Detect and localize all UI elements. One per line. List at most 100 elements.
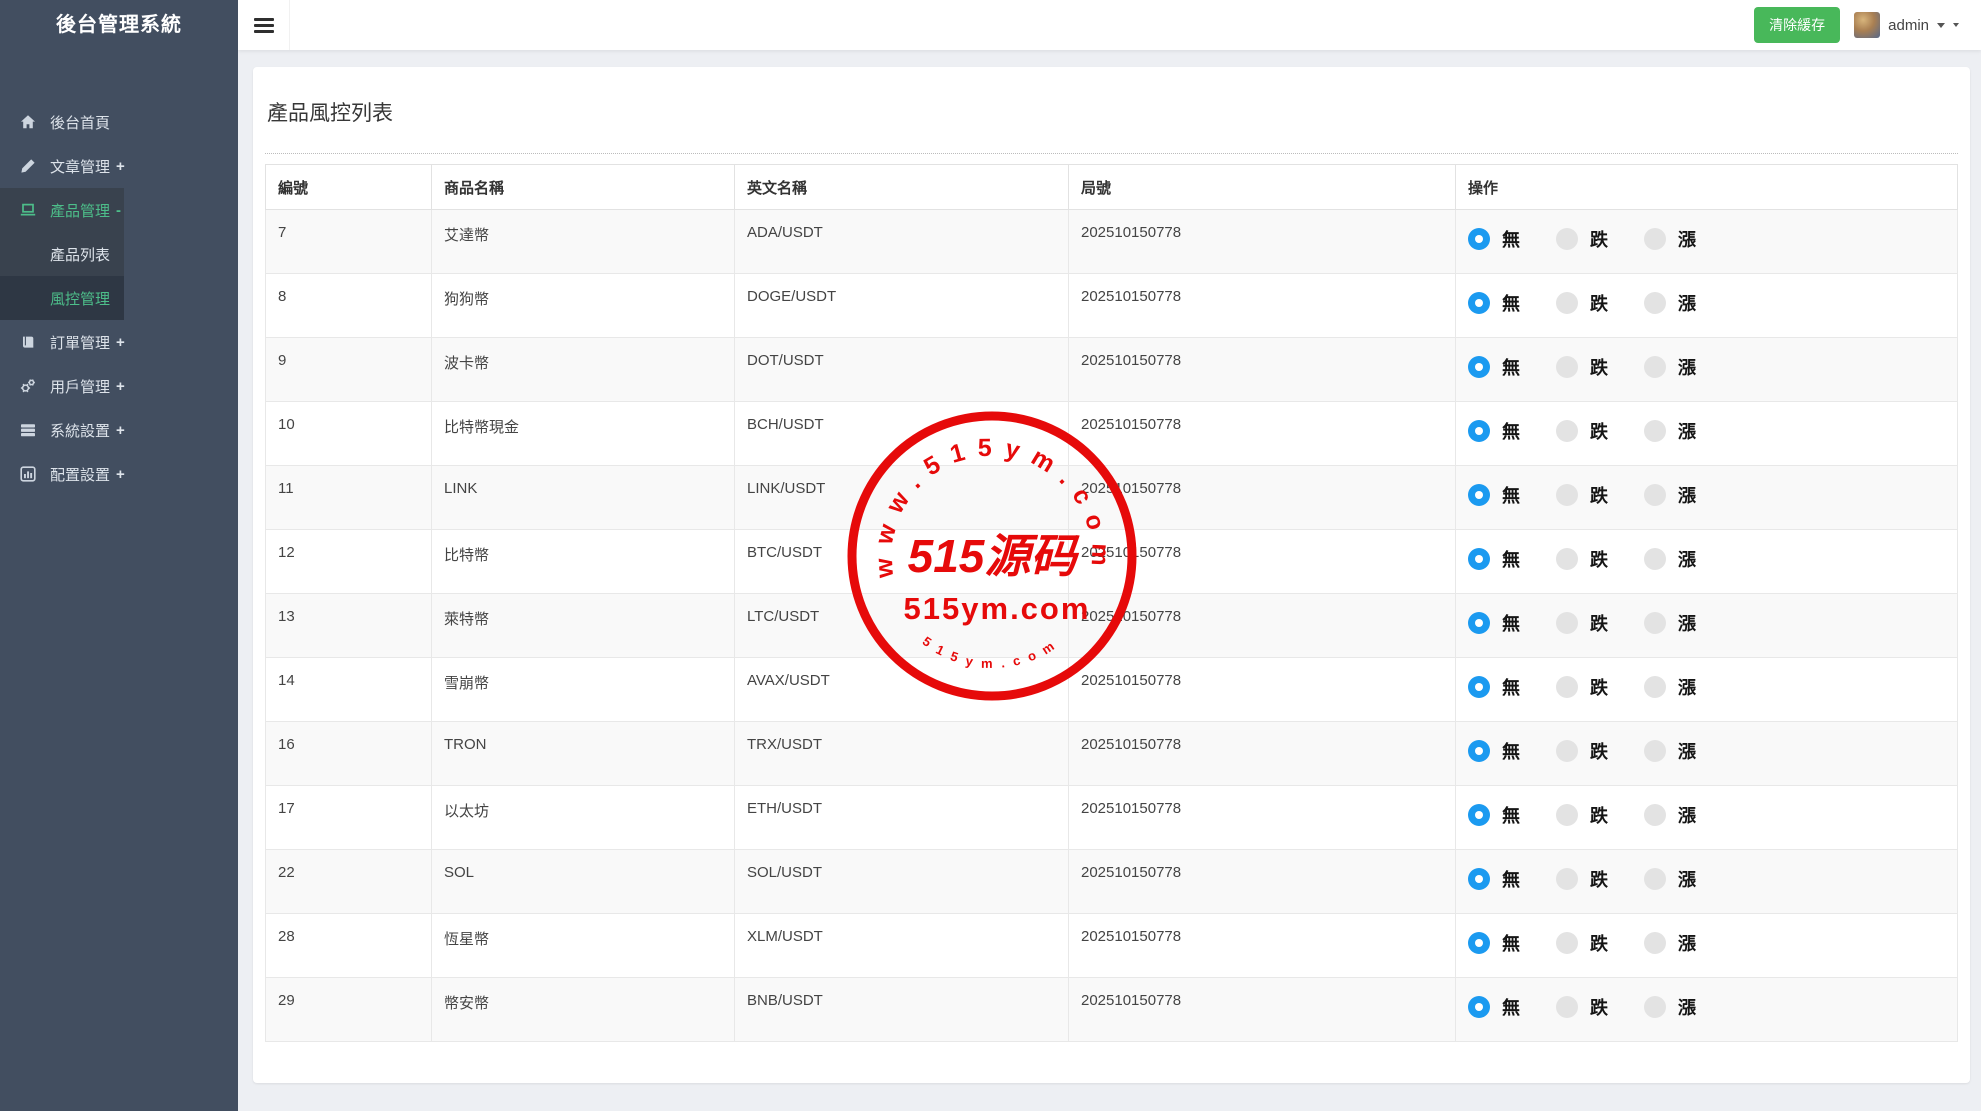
radio-label-none[interactable]: 無 — [1502, 226, 1520, 252]
radio-rise[interactable] — [1644, 420, 1666, 442]
radio-label-none[interactable]: 無 — [1502, 354, 1520, 380]
radio-label-fall[interactable]: 跌 — [1590, 226, 1608, 252]
radio-label-fall[interactable]: 跌 — [1590, 802, 1608, 828]
product-name-cell: 波卡幣 — [432, 338, 735, 402]
radio-none-selected[interactable] — [1468, 676, 1490, 698]
radio-rise[interactable] — [1644, 228, 1666, 250]
radio-fall[interactable] — [1556, 484, 1578, 506]
radio-rise[interactable] — [1644, 676, 1666, 698]
radio-fall[interactable] — [1556, 420, 1578, 442]
radio-label-rise[interactable]: 漲 — [1678, 610, 1696, 636]
op-group-none: 無 — [1468, 546, 1520, 572]
radio-label-fall[interactable]: 跌 — [1590, 738, 1608, 764]
radio-label-rise[interactable]: 漲 — [1678, 738, 1696, 764]
radio-label-rise[interactable]: 漲 — [1678, 226, 1696, 252]
radio-fall[interactable] — [1556, 548, 1578, 570]
radio-fall[interactable] — [1556, 868, 1578, 890]
round-number-cell: 202510150778 — [1069, 658, 1456, 722]
radio-label-none[interactable]: 無 — [1502, 866, 1520, 892]
radio-label-fall[interactable]: 跌 — [1590, 354, 1608, 380]
radio-fall[interactable] — [1556, 740, 1578, 762]
radio-label-fall[interactable]: 跌 — [1590, 610, 1608, 636]
radio-rise[interactable] — [1644, 484, 1666, 506]
page-title: 產品風控列表 — [265, 67, 1958, 127]
radio-label-none[interactable]: 無 — [1502, 994, 1520, 1020]
radio-label-none[interactable]: 無 — [1502, 930, 1520, 956]
radio-rise[interactable] — [1644, 612, 1666, 634]
sidebar-item-config[interactable]: 配置設置+ — [0, 452, 238, 496]
product-name-cell: 恆星幣 — [432, 914, 735, 978]
radio-label-fall[interactable]: 跌 — [1590, 546, 1608, 572]
radio-label-rise[interactable]: 漲 — [1678, 354, 1696, 380]
radio-label-rise[interactable]: 漲 — [1678, 418, 1696, 444]
avatar[interactable] — [1854, 12, 1880, 38]
radio-label-none[interactable]: 無 — [1502, 802, 1520, 828]
radio-label-rise[interactable]: 漲 — [1678, 802, 1696, 828]
radio-rise[interactable] — [1644, 356, 1666, 378]
row-id-cell: 10 — [266, 402, 432, 466]
sidebar-item-product-list[interactable]: 產品列表 — [0, 232, 124, 276]
radio-none-selected[interactable] — [1468, 612, 1490, 634]
sidebar-item-article[interactable]: 文章管理+ — [0, 144, 238, 188]
radio-fall[interactable] — [1556, 676, 1578, 698]
radio-none-selected[interactable] — [1468, 356, 1490, 378]
radio-fall[interactable] — [1556, 612, 1578, 634]
radio-none-selected[interactable] — [1468, 292, 1490, 314]
radio-fall[interactable] — [1556, 804, 1578, 826]
radio-label-rise[interactable]: 漲 — [1678, 482, 1696, 508]
radio-label-fall[interactable]: 跌 — [1590, 290, 1608, 316]
radio-label-none[interactable]: 無 — [1502, 546, 1520, 572]
radio-label-rise[interactable]: 漲 — [1678, 674, 1696, 700]
radio-fall[interactable] — [1556, 932, 1578, 954]
radio-label-fall[interactable]: 跌 — [1590, 994, 1608, 1020]
sidebar-item-user[interactable]: 用戶管理+ — [0, 364, 238, 408]
sidebar-item-risk-manage[interactable]: 風控管理 — [0, 276, 124, 320]
radio-none-selected[interactable] — [1468, 548, 1490, 570]
radio-label-rise[interactable]: 漲 — [1678, 290, 1696, 316]
radio-rise[interactable] — [1644, 548, 1666, 570]
sidebar-item-system[interactable]: 系統設置+ — [0, 408, 238, 452]
radio-label-none[interactable]: 無 — [1502, 482, 1520, 508]
radio-label-none[interactable]: 無 — [1502, 674, 1520, 700]
radio-label-none[interactable]: 無 — [1502, 418, 1520, 444]
radio-fall[interactable] — [1556, 292, 1578, 314]
radio-label-none[interactable]: 無 — [1502, 738, 1520, 764]
radio-rise[interactable] — [1644, 740, 1666, 762]
sidebar-toggle-button[interactable] — [238, 0, 290, 50]
radio-fall[interactable] — [1556, 996, 1578, 1018]
radio-fall[interactable] — [1556, 356, 1578, 378]
radio-none-selected[interactable] — [1468, 420, 1490, 442]
radio-none-selected[interactable] — [1468, 996, 1490, 1018]
table-row: 22SOLSOL/USDT202510150778無跌漲 — [266, 850, 1958, 914]
radio-none-selected[interactable] — [1468, 932, 1490, 954]
radio-none-selected[interactable] — [1468, 740, 1490, 762]
sidebar-item-home[interactable]: 後台首頁 — [0, 100, 238, 144]
radio-label-fall[interactable]: 跌 — [1590, 418, 1608, 444]
radio-rise[interactable] — [1644, 996, 1666, 1018]
radio-label-rise[interactable]: 漲 — [1678, 866, 1696, 892]
radio-none-selected[interactable] — [1468, 228, 1490, 250]
radio-label-rise[interactable]: 漲 — [1678, 930, 1696, 956]
radio-none-selected[interactable] — [1468, 804, 1490, 826]
radio-label-none[interactable]: 無 — [1502, 290, 1520, 316]
radio-rise[interactable] — [1644, 804, 1666, 826]
radio-rise[interactable] — [1644, 932, 1666, 954]
radio-fall[interactable] — [1556, 228, 1578, 250]
sidebar-menu: 後台首頁文章管理+產品管理-產品列表風控管理訂單管理+用戶管理+系統設置+配置設… — [0, 100, 238, 496]
radio-none-selected[interactable] — [1468, 868, 1490, 890]
radio-label-fall[interactable]: 跌 — [1590, 930, 1608, 956]
radio-label-fall[interactable]: 跌 — [1590, 482, 1608, 508]
clear-cache-button[interactable]: 清除緩存 — [1754, 7, 1840, 43]
radio-rise[interactable] — [1644, 868, 1666, 890]
radio-rise[interactable] — [1644, 292, 1666, 314]
radio-label-none[interactable]: 無 — [1502, 610, 1520, 636]
sidebar-item-order[interactable]: 訂單管理+ — [0, 320, 238, 364]
radio-label-fall[interactable]: 跌 — [1590, 674, 1608, 700]
sidebar-item-product[interactable]: 產品管理- — [0, 188, 124, 232]
radio-label-rise[interactable]: 漲 — [1678, 994, 1696, 1020]
op-group-rise: 漲 — [1644, 738, 1696, 764]
radio-label-rise[interactable]: 漲 — [1678, 546, 1696, 572]
user-dropdown[interactable]: admin — [1854, 12, 1959, 38]
radio-label-fall[interactable]: 跌 — [1590, 866, 1608, 892]
radio-none-selected[interactable] — [1468, 484, 1490, 506]
